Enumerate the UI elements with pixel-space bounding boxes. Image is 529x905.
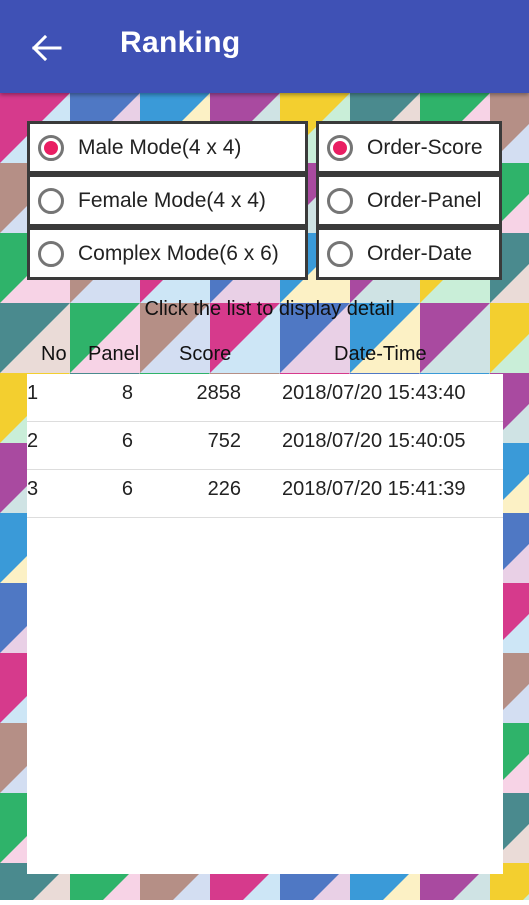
radio-button-icon <box>327 187 353 214</box>
column-header-panel: Panel <box>88 343 140 365</box>
app-bar: Ranking <box>0 0 529 93</box>
arrow-left-icon <box>32 35 62 61</box>
cell-panel: 8 <box>121 382 133 404</box>
radio-male-mode[interactable]: Male Mode(4 x 4) <box>27 121 308 174</box>
radio-label: Order-Date <box>367 241 473 265</box>
radio-female-mode[interactable]: Female Mode(4 x 4) <box>27 174 308 227</box>
hint-text: Click the list to display detail <box>144 298 395 320</box>
radio-label: Female Mode(4 x 4) <box>78 188 266 212</box>
radio-button-icon <box>327 240 353 267</box>
radio-label: Order-Panel <box>367 188 482 212</box>
cell-score: 2858 <box>196 382 242 404</box>
ranking-list: 1 8 2858 2018/07/20 15:43:40 2 6 752 201… <box>27 374 503 874</box>
radio-dot <box>44 140 58 155</box>
column-header-score: Score <box>179 343 232 365</box>
radio-button-icon <box>38 240 64 267</box>
cell-score: 226 <box>207 478 241 500</box>
radio-order-panel[interactable]: Order-Panel <box>316 174 502 227</box>
cell-datetime: 2018/07/20 15:43:40 <box>282 382 466 404</box>
ranking-row[interactable]: 1 8 2858 2018/07/20 15:43:40 <box>27 374 503 422</box>
page-title: Ranking <box>120 26 241 59</box>
cell-no: 1 <box>27 382 39 404</box>
radio-order-date[interactable]: Order-Date <box>316 227 502 280</box>
cell-no: 2 <box>27 430 39 452</box>
cell-no: 3 <box>27 478 39 500</box>
cell-panel: 6 <box>121 478 133 500</box>
radio-complex-mode[interactable]: Complex Mode(6 x 6) <box>27 227 308 280</box>
ranking-row[interactable]: 2 6 752 2018/07/20 15:40:05 <box>27 422 503 470</box>
cell-panel: 6 <box>121 430 133 452</box>
radio-button-icon <box>327 134 353 161</box>
radio-label: Complex Mode(6 x 6) <box>78 241 279 265</box>
radio-button-icon <box>38 187 64 214</box>
cell-score: 752 <box>207 430 241 452</box>
ranking-row[interactable]: 3 6 226 2018/07/20 15:41:39 <box>27 470 503 518</box>
radio-dot <box>333 140 347 155</box>
cell-datetime: 2018/07/20 15:40:05 <box>282 430 466 452</box>
cell-datetime: 2018/07/20 15:41:39 <box>282 478 466 500</box>
radio-button-icon <box>38 134 64 161</box>
column-header-no: No <box>41 343 67 365</box>
back-button[interactable] <box>20 22 74 74</box>
column-header-datetime: Date-Time <box>334 343 427 365</box>
radio-label: Order-Score <box>367 135 483 159</box>
radio-order-score[interactable]: Order-Score <box>316 121 502 174</box>
radio-label: Male Mode(4 x 4) <box>78 135 242 159</box>
